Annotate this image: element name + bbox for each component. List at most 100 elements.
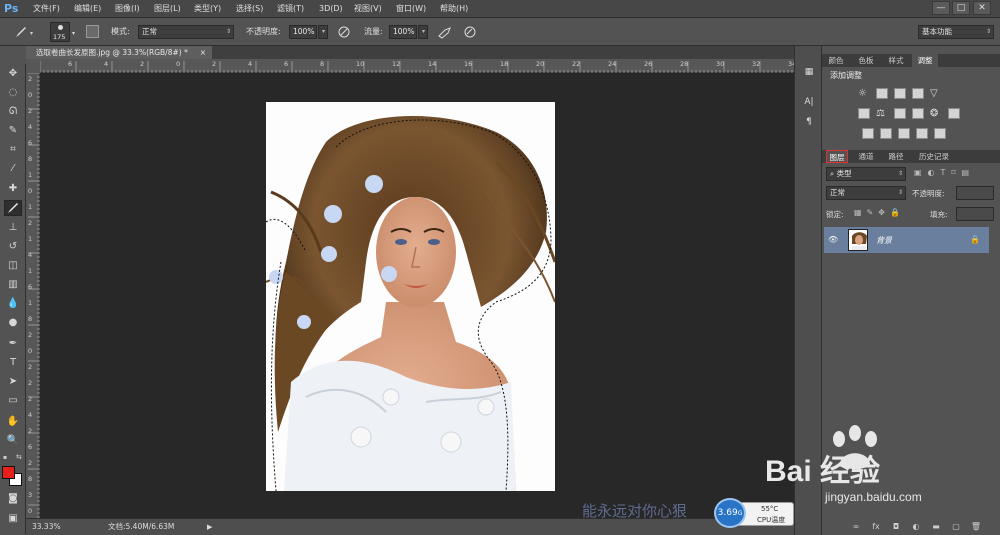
- close-window-button[interactable]: ✕: [973, 1, 991, 15]
- default-colors-icon[interactable]: ▪: [3, 454, 7, 461]
- dodge-tool-icon[interactable]: ●: [4, 315, 22, 331]
- menu-edit[interactable]: 编辑(E): [74, 0, 101, 18]
- tool-preset-arrow-icon[interactable]: ▾: [30, 30, 33, 37]
- layer-filter-icons[interactable]: ▣◐T⌑▤: [914, 168, 994, 180]
- photo-filter-icon[interactable]: [912, 108, 924, 119]
- airbrush-icon[interactable]: [437, 25, 453, 42]
- document-image[interactable]: [266, 102, 555, 491]
- clone-stamp-tool-icon[interactable]: ⊥: [4, 220, 22, 236]
- quick-select-tool-icon[interactable]: ✎: [4, 123, 22, 139]
- flow-dropdown-button[interactable]: ▾: [418, 25, 428, 39]
- vertical-ruler[interactable]: 2024681012141618202224262830: [26, 73, 40, 518]
- brush-preset-picker[interactable]: 175: [50, 22, 70, 42]
- foreground-color-swatch[interactable]: [2, 466, 15, 479]
- color-balance-icon[interactable]: ⚖: [876, 108, 885, 119]
- status-menu-arrow-icon[interactable]: ▶: [207, 519, 212, 535]
- menu-help[interactable]: 帮助(H): [440, 0, 468, 18]
- menu-image[interactable]: 图像(I): [115, 0, 140, 18]
- zoom-level[interactable]: 33.33%: [32, 519, 61, 535]
- fill-input[interactable]: [956, 207, 994, 221]
- marquee-tool-icon[interactable]: ◌: [4, 85, 22, 101]
- new-group-icon[interactable]: ▬: [930, 522, 942, 532]
- tab-styles[interactable]: 样式: [884, 54, 908, 67]
- menu-3d[interactable]: 3D(D): [319, 0, 343, 18]
- menu-view[interactable]: 视图(V): [354, 0, 382, 18]
- flow-input[interactable]: 100%: [389, 25, 417, 39]
- opacity-dropdown-button[interactable]: ▾: [318, 25, 328, 39]
- vibrance-icon[interactable]: ▽: [930, 88, 938, 99]
- healing-brush-tool-icon[interactable]: ✚: [4, 181, 22, 197]
- cpu-monitor-widget[interactable]: 55°C CPU温度 3.69G: [714, 498, 794, 528]
- eye-icon[interactable]: 👁: [828, 235, 838, 244]
- character-panel-icon[interactable]: A|: [801, 94, 817, 110]
- tab-layers[interactable]: 图层: [826, 150, 848, 163]
- menu-type[interactable]: 类型(Y): [194, 0, 221, 18]
- black-white-icon[interactable]: [894, 108, 906, 119]
- quick-mask-icon[interactable]: ◙: [4, 491, 22, 507]
- threshold-icon[interactable]: [898, 128, 910, 139]
- brush-tool-icon[interactable]: [4, 200, 22, 216]
- tab-adjustments[interactable]: 调整: [912, 54, 938, 67]
- tab-swatches[interactable]: 色板: [854, 54, 878, 67]
- hand-tool-icon[interactable]: ✋: [4, 414, 22, 430]
- layer-mask-icon[interactable]: ◘: [890, 522, 902, 532]
- blur-tool-icon[interactable]: 💧: [4, 296, 22, 312]
- ruler-origin[interactable]: [26, 59, 40, 73]
- paragraph-panel-icon[interactable]: ¶: [801, 114, 817, 130]
- curves-icon[interactable]: [894, 88, 906, 99]
- brush-panel-toggle-icon[interactable]: [86, 25, 99, 38]
- pressure-size-icon[interactable]: [463, 25, 477, 42]
- selective-color-icon[interactable]: [934, 128, 946, 139]
- pen-tool-icon[interactable]: ✒: [4, 336, 22, 352]
- close-tab-icon[interactable]: ×: [200, 46, 206, 59]
- lasso-tool-icon[interactable]: ᘏ: [4, 104, 22, 120]
- pressure-opacity-icon[interactable]: [337, 25, 351, 42]
- exposure-icon[interactable]: [912, 88, 924, 99]
- layer-opacity-input[interactable]: [956, 186, 994, 200]
- layer-style-icon[interactable]: fx: [870, 522, 882, 532]
- hue-saturation-icon[interactable]: [858, 108, 870, 119]
- path-selection-tool-icon[interactable]: ➤: [4, 374, 22, 390]
- screen-mode-icon[interactable]: ▣: [4, 511, 22, 527]
- swap-colors-icon[interactable]: ⇆: [16, 453, 22, 461]
- eyedropper-tool-icon[interactable]: ⁄: [4, 161, 22, 177]
- menu-filter[interactable]: 滤镜(T): [277, 0, 304, 18]
- move-tool-icon[interactable]: ✥: [4, 66, 22, 82]
- channel-mixer-icon[interactable]: ❂: [930, 108, 938, 119]
- posterize-icon[interactable]: [880, 128, 892, 139]
- menu-file[interactable]: 文件(F): [33, 0, 60, 18]
- maximize-button[interactable]: □: [952, 1, 970, 15]
- tab-channels[interactable]: 通道: [854, 150, 878, 163]
- invert-icon[interactable]: [862, 128, 874, 139]
- levels-icon[interactable]: [876, 88, 888, 99]
- delete-layer-icon[interactable]: 🗑: [970, 522, 982, 532]
- workspace-select[interactable]: 基本功能 ⇕: [918, 25, 994, 39]
- color-lookup-icon[interactable]: [948, 108, 960, 119]
- mode-select[interactable]: 正常 ⇕: [138, 25, 234, 39]
- adjustment-layer-icon[interactable]: ◐: [910, 522, 922, 532]
- lock-icons[interactable]: ▦✎✥🔒: [854, 208, 905, 217]
- blend-mode-select[interactable]: 正常 ⇕: [826, 186, 906, 200]
- properties-panel-icon[interactable]: ▦: [801, 64, 817, 80]
- minimize-button[interactable]: —: [932, 1, 950, 15]
- opacity-input[interactable]: 100%: [289, 25, 317, 39]
- gradient-map-icon[interactable]: [916, 128, 928, 139]
- gradient-tool-icon[interactable]: ▥: [4, 277, 22, 293]
- tab-color[interactable]: 颜色: [826, 54, 846, 67]
- zoom-tool-icon[interactable]: 🔍: [4, 433, 22, 449]
- layer-filter-select[interactable]: ⌕ 类型 ⇕: [826, 167, 906, 181]
- brightness-icon[interactable]: ☼: [858, 88, 870, 99]
- history-brush-tool-icon[interactable]: ↺: [4, 239, 22, 255]
- link-layers-icon[interactable]: ∞: [850, 522, 862, 532]
- horizontal-ruler[interactable]: 6 4 2 0 2 4 6 8 10 12 14 16 18 20 22 24 26 28 30 32 34: [40, 59, 796, 73]
- menu-select[interactable]: 选择(S): [236, 0, 263, 18]
- eraser-tool-icon[interactable]: ◫: [4, 258, 22, 274]
- tab-paths[interactable]: 路径: [884, 150, 908, 163]
- layer-name[interactable]: 背景: [876, 235, 892, 246]
- menu-window[interactable]: 窗口(W): [396, 0, 426, 18]
- document-tab[interactable]: 选取卷曲长发原图.jpg @ 33.3%(RGB/8#) * ×: [26, 46, 212, 59]
- layer-row-background[interactable]: 👁 背景 🔒: [824, 227, 989, 253]
- rectangle-tool-icon[interactable]: ▭: [4, 393, 22, 409]
- tab-history[interactable]: 历史记录: [914, 150, 954, 163]
- type-tool-icon[interactable]: T: [4, 355, 22, 371]
